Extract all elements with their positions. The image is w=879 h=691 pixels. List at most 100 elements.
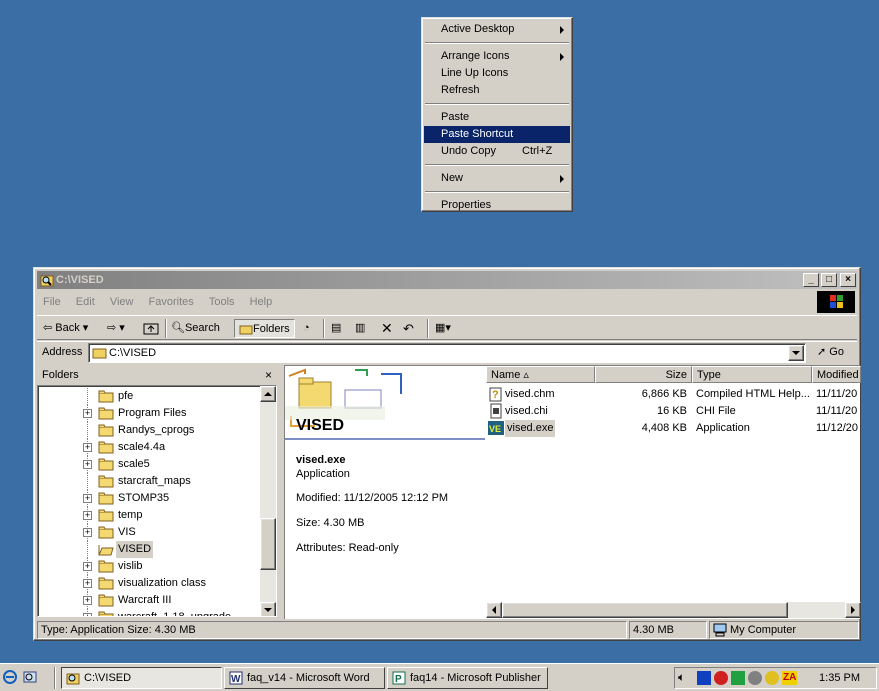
file-modified: 11/11/20 — [816, 388, 858, 400]
menu-edit[interactable]: Edit — [76, 296, 95, 308]
menu-bar: File Edit View Favorites Tools Help — [37, 290, 857, 314]
menu-item-undo-copy[interactable]: Undo Copy Ctrl+Z — [424, 143, 570, 160]
menu-help[interactable]: Help — [250, 296, 273, 308]
expand-icon[interactable]: + — [83, 596, 92, 605]
expand-icon[interactable]: + — [83, 409, 92, 418]
folders-close-button[interactable]: × — [265, 365, 272, 385]
folder-icon — [98, 458, 114, 471]
tree-item-label: VIS — [118, 526, 136, 538]
tree-item[interactable]: + VIS — [38, 524, 262, 541]
submenu-arrow-icon — [560, 26, 564, 34]
expand-icon[interactable]: + — [83, 562, 92, 571]
tree-item[interactable]: VISED — [38, 541, 262, 558]
undo-icon[interactable]: ↶ — [403, 319, 414, 338]
taskbar-item-explorer[interactable]: C:\VISED — [61, 667, 222, 689]
menu-separator — [425, 164, 569, 166]
menu-view[interactable]: View — [110, 296, 134, 308]
menu-favorites[interactable]: Favorites — [149, 296, 194, 308]
menu-file[interactable]: File — [43, 296, 61, 308]
column-modified[interactable]: Modified — [812, 366, 861, 383]
tree-item[interactable]: + Warcraft III — [38, 592, 262, 609]
maximize-button[interactable]: □ — [821, 273, 837, 287]
folder-tree[interactable]: pfe + Program Files Randys_cprogs + scale4.4a… — [37, 385, 277, 617]
tree-item[interactable]: pfe — [38, 388, 262, 405]
tree-item[interactable]: + Program Files — [38, 405, 262, 422]
address-dropdown-button[interactable] — [788, 345, 804, 361]
expand-icon[interactable]: + — [83, 613, 92, 616]
views-button[interactable]: ▦▾ — [435, 319, 451, 338]
tree-item[interactable]: + visualization class — [38, 575, 262, 592]
menu-item-arrange-icons[interactable]: Arrange Icons — [424, 48, 570, 65]
network-tray-icon[interactable] — [731, 671, 745, 685]
messenger-tray-icon[interactable] — [765, 671, 779, 685]
go-button[interactable]: ➚ Go — [817, 345, 844, 358]
copy-to-icon[interactable]: ▥ — [355, 319, 365, 338]
tree-item-label: Program Files — [118, 407, 187, 419]
up-folder-icon[interactable] — [143, 319, 159, 338]
expand-icon[interactable]: + — [83, 579, 92, 588]
taskbar-item-word[interactable]: W faq_v14 - Microsoft Word — [224, 667, 385, 689]
tree-item[interactable]: Randys_cprogs — [38, 422, 262, 439]
tree-item[interactable]: + temp — [38, 507, 262, 524]
acrobat-tray-icon[interactable] — [714, 671, 728, 685]
menu-item-paste[interactable]: Paste — [424, 109, 570, 126]
explorer-quicklaunch-icon[interactable] — [22, 669, 38, 688]
menu-item-paste-shortcut[interactable]: Paste Shortcut — [424, 126, 570, 143]
ie-quicklaunch-icon[interactable] — [2, 669, 18, 688]
tree-item[interactable]: + scale4.4a — [38, 439, 262, 456]
taskbar-item-publisher[interactable]: P faq14 - Microsoft Publisher — [387, 667, 548, 689]
folder-icon — [98, 492, 114, 505]
move-to-icon[interactable]: ▤ — [331, 319, 341, 338]
expand-icon[interactable]: + — [83, 460, 92, 469]
folder-icon — [98, 390, 114, 403]
folder-icon — [98, 475, 114, 488]
back-button[interactable]: ⇦ Back ▾ — [43, 319, 88, 338]
search-button[interactable]: 🔍︎Search — [171, 319, 220, 338]
file-row[interactable]: vised.chi 16 KB CHI File 11/11/20 — [486, 403, 861, 420]
title-bar[interactable]: C:\VISED _ □ × — [37, 271, 857, 289]
column-name[interactable]: Name ▵ — [486, 366, 595, 383]
forward-button[interactable]: ⇨ ▾ — [107, 319, 125, 338]
scroll-up-button[interactable] — [260, 386, 276, 402]
vertical-scroll-thumb[interactable] — [260, 518, 276, 570]
history-icon[interactable]: ◔ — [303, 319, 310, 338]
column-type[interactable]: Type — [692, 366, 812, 383]
address-input[interactable]: C:\VISED — [88, 343, 806, 363]
tree-item[interactable]: + STOMP35 — [38, 490, 262, 507]
menu-item-refresh[interactable]: Refresh — [424, 82, 570, 99]
folders-button[interactable]: Folders — [234, 319, 295, 338]
expand-icon[interactable]: + — [83, 511, 92, 520]
menu-item-line-up-icons[interactable]: Line Up Icons — [424, 65, 570, 82]
delete-icon[interactable]: ✕ — [381, 319, 393, 338]
file-row[interactable]: VE vised.exe 4,408 KB Application 11/12/20 — [486, 420, 861, 437]
volume-icon[interactable]: 🔈︎ — [678, 670, 685, 685]
menu-item-properties[interactable]: Properties — [424, 197, 570, 214]
tree-item[interactable]: + warcraft_1.18_upgrade — [38, 609, 262, 616]
horizontal-scroll-thumb[interactable] — [502, 602, 788, 618]
menu-tools[interactable]: Tools — [209, 296, 235, 308]
scroll-down-button[interactable] — [260, 602, 276, 616]
selected-file-name: vised.exe — [296, 454, 346, 466]
expand-icon[interactable]: + — [83, 494, 92, 503]
menu-item-label: New — [441, 172, 464, 184]
media-player-icon[interactable] — [697, 671, 711, 685]
tree-item[interactable]: + scale5 — [38, 456, 262, 473]
vertical-scrollbar[interactable] — [260, 386, 276, 616]
file-modified: 11/11/20 — [816, 405, 858, 417]
tree-item[interactable]: starcraft_maps — [38, 473, 262, 490]
column-size[interactable]: Size — [595, 366, 692, 383]
close-button[interactable]: × — [840, 273, 856, 287]
scroll-right-button[interactable] — [845, 602, 861, 618]
settings-tray-icon[interactable] — [748, 671, 762, 685]
expand-icon[interactable]: + — [83, 528, 92, 537]
horizontal-scrollbar[interactable] — [486, 602, 861, 618]
expand-icon[interactable]: + — [83, 443, 92, 452]
menu-item-active-desktop[interactable]: Active Desktop — [424, 21, 570, 38]
file-row[interactable]: ? vised.chm 6,866 KB Compiled HTML Help... 1… — [486, 386, 861, 403]
tree-item[interactable]: + vislib — [38, 558, 262, 575]
minimize-button[interactable]: _ — [803, 273, 819, 287]
clock[interactable]: 1:35 PM — [819, 672, 860, 684]
menu-item-new[interactable]: New — [424, 170, 570, 187]
zonealarm-tray-icon[interactable]: ZA — [782, 671, 798, 685]
scroll-left-button[interactable] — [486, 602, 502, 618]
